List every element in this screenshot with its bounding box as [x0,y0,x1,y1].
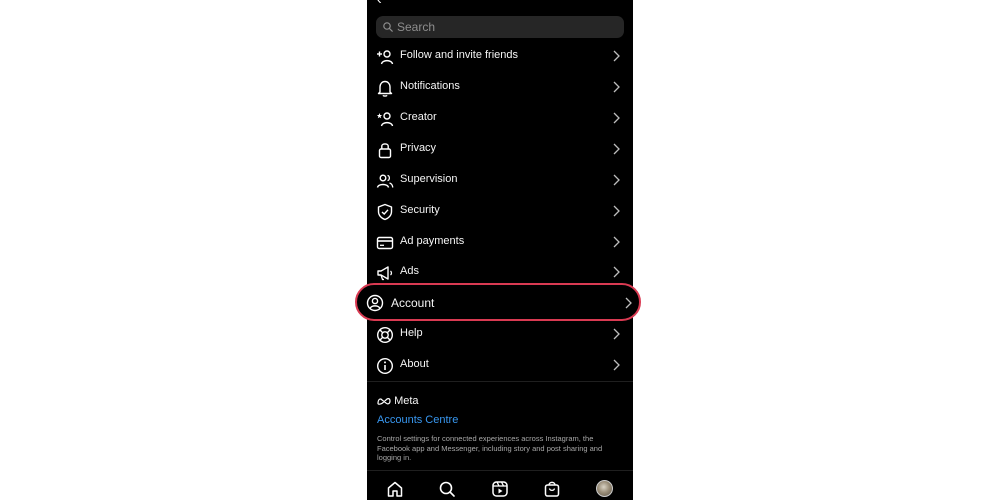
search-icon[interactable] [438,480,456,498]
creator-icon [376,112,394,127]
reels-icon[interactable] [491,480,509,498]
chevron-right-icon [613,236,620,248]
chevron-right-icon [613,81,620,93]
info-icon [376,357,394,375]
home-icon[interactable] [386,480,404,498]
menu-item-follow-invite[interactable]: Follow and invite friends [367,41,633,72]
menu-item-supervision[interactable]: Supervision [367,165,633,196]
menu-item-label: Privacy [400,142,437,154]
bottom-tab-bar [367,470,633,500]
accounts-centre-description: Control settings for connected experienc… [377,434,603,462]
meta-brand: Meta [377,395,419,407]
profile-avatar[interactable] [596,480,613,497]
user-circle-icon [366,294,384,312]
chevron-right-icon [625,297,632,309]
top-bar: ‹ [367,0,633,9]
chevron-right-icon [613,205,620,217]
shield-icon [377,203,393,221]
back-arrow-icon[interactable]: ‹ [377,0,382,7]
menu-item-label: Creator [400,111,437,123]
search-placeholder: Search [397,20,436,34]
megaphone-icon [377,266,393,281]
bell-icon [377,80,393,97]
menu-item-label: Ads [400,265,419,277]
menu-item-label: Notifications [400,80,460,92]
settings-screen: ‹ Search Follow and invite friends Notif… [367,0,633,500]
menu-item-label: Help [400,327,423,339]
shop-icon[interactable] [543,480,561,498]
chevron-right-icon [613,50,620,62]
menu-item-security[interactable]: Security [367,196,633,227]
add-person-icon [377,50,394,65]
menu-item-label: Account [391,296,435,310]
people-icon [376,174,394,188]
menu-item-label: About [400,358,429,370]
lock-icon [378,143,392,159]
chevron-right-icon [613,143,620,155]
menu-item-label: Security [400,204,440,216]
divider [367,381,633,382]
chevron-right-icon [613,359,620,371]
chevron-right-icon [613,266,620,278]
chevron-right-icon [613,112,620,124]
menu-item-about[interactable]: About [367,350,633,381]
menu-item-notifications[interactable]: Notifications [367,72,633,103]
search-icon [383,22,393,32]
chevron-right-icon [613,328,620,340]
card-icon [376,236,394,250]
chevron-right-icon [613,174,620,186]
menu-item-label: Ad payments [400,235,465,247]
menu-item-label: Supervision [400,173,458,185]
accounts-centre-link[interactable]: Accounts Centre [377,414,458,426]
meta-brand-label: Meta [394,395,419,407]
menu-item-help[interactable]: Help [367,319,633,350]
menu-item-creator[interactable]: Creator [367,103,633,134]
meta-logo-icon [377,398,391,405]
lifebuoy-icon [376,326,394,344]
menu-item-privacy[interactable]: Privacy [367,134,633,165]
menu-item-label: Follow and invite friends [400,49,519,61]
menu-item-ad-payments[interactable]: Ad payments [367,227,633,258]
search-input[interactable]: Search [376,16,624,38]
menu-item-account[interactable]: Account [355,283,641,321]
